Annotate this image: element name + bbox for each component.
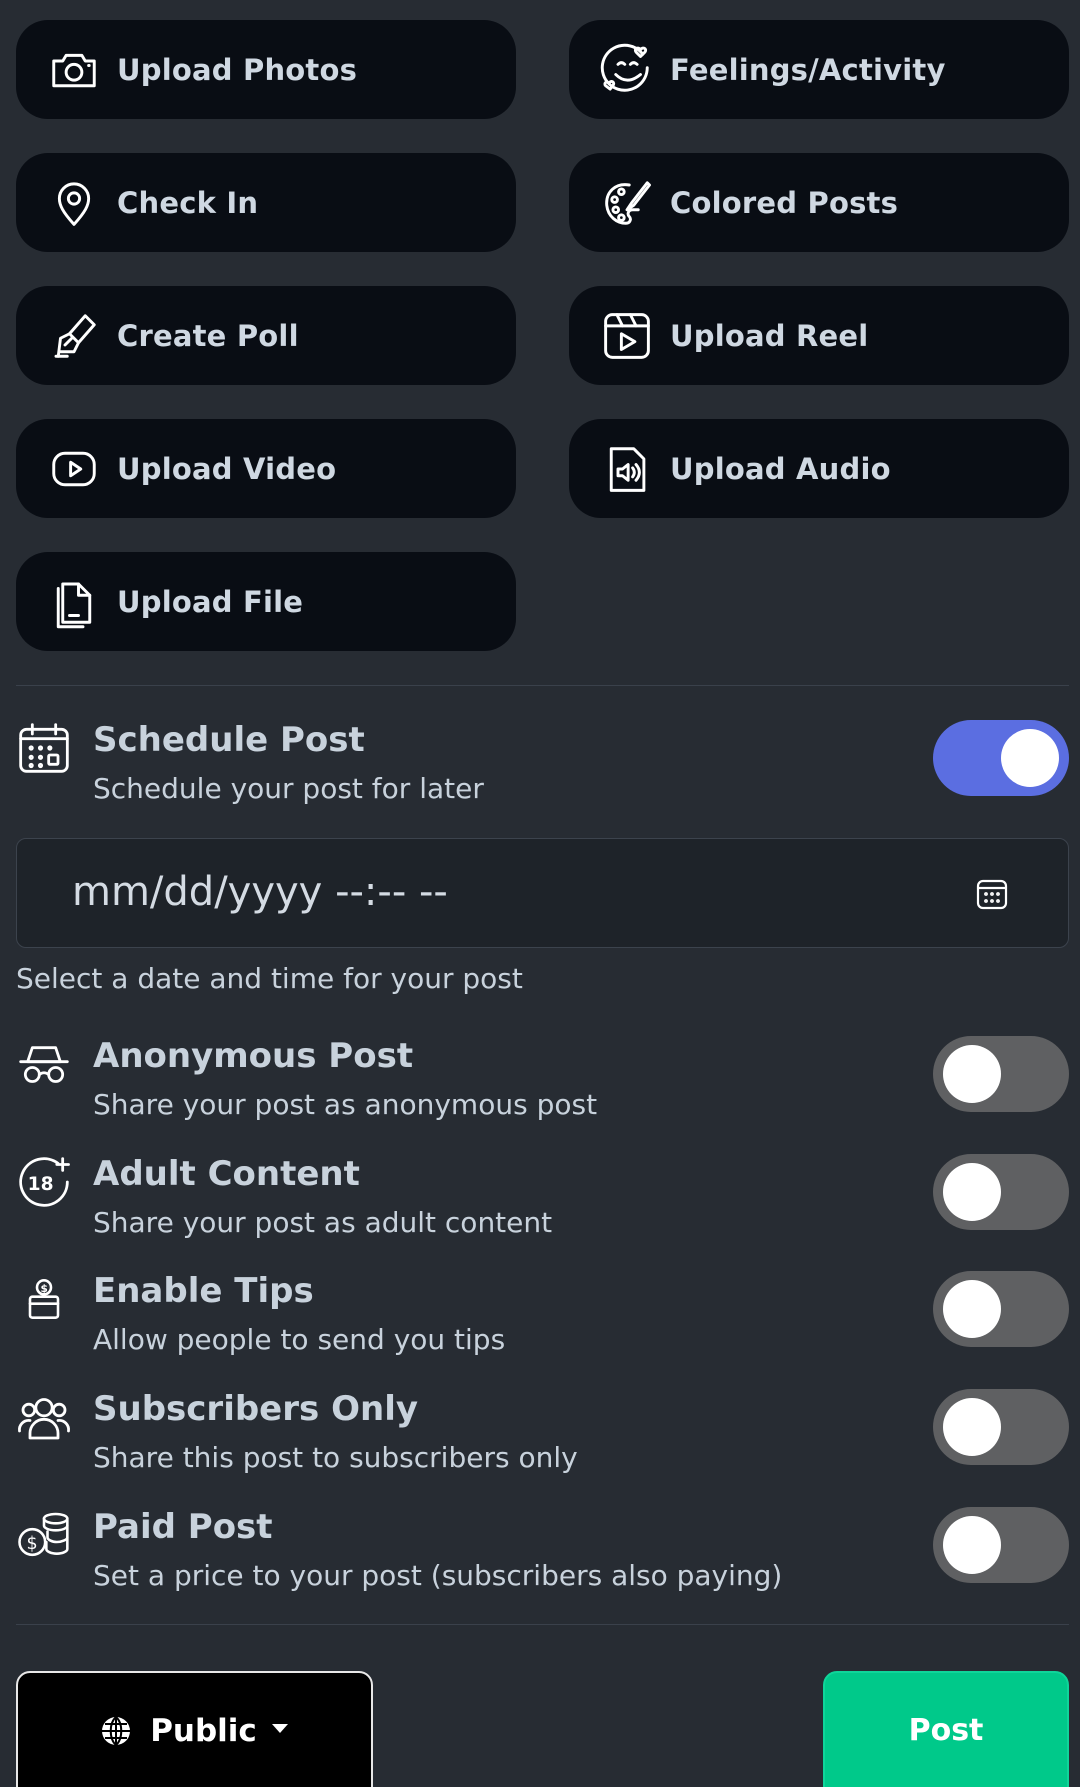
colored-posts-label: Colored Posts [670, 185, 899, 220]
coins-icon: $ [16, 1507, 72, 1563]
feelings-activity-button[interactable]: Feelings/Activity [569, 20, 1069, 119]
schedule-post-title: Schedule Post [93, 720, 365, 760]
subscribers-only-title: Subscribers Only [93, 1389, 419, 1429]
datetime-value: mm/dd/yyyy --:-- -- [72, 869, 448, 915]
upload-audio-label: Upload Audio [670, 451, 891, 486]
paid-post-title: Paid Post [93, 1507, 273, 1547]
colored-posts-button[interactable]: Colored Posts [569, 153, 1069, 252]
anonymous-post-description: Share your post as anonymous post [93, 1088, 598, 1121]
privacy-dropdown-button[interactable]: Public [16, 1671, 373, 1787]
upload-reel-label: Upload Reel [670, 318, 869, 353]
calendar-icon [16, 720, 72, 776]
schedule-post-row: Schedule Post Schedule your post for lat… [16, 720, 1069, 820]
upload-video-label: Upload Video [117, 451, 337, 486]
svg-text:$: $ [27, 1534, 38, 1554]
create-poll-button[interactable]: Create Poll [16, 286, 516, 385]
upload-file-label: Upload File [117, 584, 304, 619]
camera-icon [46, 42, 102, 98]
smiley-icon [599, 42, 655, 98]
create-poll-label: Create Poll [117, 318, 299, 353]
audio-file-icon [599, 441, 655, 497]
toggle-knob [943, 1398, 1001, 1456]
palette-icon [599, 175, 655, 231]
footer-divider [16, 1624, 1069, 1625]
upload-reel-button[interactable]: Upload Reel [569, 286, 1069, 385]
adult-content-title: Adult Content [93, 1154, 360, 1194]
incognito-icon [16, 1036, 72, 1092]
schedule-post-description: Schedule your post for later [93, 772, 484, 805]
section-divider [16, 685, 1069, 686]
users-group-icon [16, 1389, 72, 1445]
check-in-label: Check In [117, 185, 259, 220]
feelings-activity-label: Feelings/Activity [670, 52, 946, 87]
upload-video-button[interactable]: Upload Video [16, 419, 516, 518]
privacy-label: Public [150, 1713, 257, 1749]
map-pin-icon [46, 175, 102, 231]
file-icon [46, 574, 102, 630]
svg-text:18: 18 [28, 1174, 54, 1195]
post-actions-grid: Upload Photos Feelings/Activity Check In [16, 20, 1069, 651]
adult-content-description: Share your post as adult content [93, 1206, 553, 1239]
globe-icon [102, 1716, 131, 1746]
toggle-knob [1001, 729, 1059, 787]
post-button[interactable]: Post [823, 1671, 1069, 1787]
subscribers-only-description: Share this post to subscribers only [93, 1441, 578, 1474]
upload-file-button[interactable]: Upload File [16, 552, 516, 651]
chevron-down-icon [271, 1724, 288, 1733]
reel-icon [599, 308, 655, 364]
anonymous-post-row: Anonymous Post Share your post as anonym… [16, 1036, 1069, 1136]
enable-tips-title: Enable Tips [93, 1271, 314, 1311]
upload-photos-button[interactable]: Upload Photos [16, 20, 516, 119]
enable-tips-description: Allow people to send you tips [93, 1323, 506, 1356]
subscribers-only-row: Subscribers Only Share this post to subs… [16, 1389, 1069, 1489]
upload-photos-label: Upload Photos [117, 52, 358, 87]
calendar-picker-icon[interactable] [974, 876, 1010, 912]
adult-content-toggle[interactable] [933, 1154, 1069, 1230]
anonymous-post-title: Anonymous Post [93, 1036, 414, 1076]
enable-tips-toggle[interactable] [933, 1271, 1069, 1347]
toggle-knob [943, 1163, 1001, 1221]
schedule-datetime-input[interactable]: mm/dd/yyyy --:-- -- [16, 838, 1069, 948]
tip-jar-icon: $ [16, 1271, 72, 1327]
check-in-button[interactable]: Check In [16, 153, 516, 252]
enable-tips-row: $ Enable Tips Allow people to send you t… [16, 1271, 1069, 1371]
paid-post-toggle[interactable] [933, 1507, 1069, 1583]
post-button-label: Post [908, 1713, 984, 1748]
age-18-plus-icon: 18 [16, 1154, 72, 1210]
toggle-knob [943, 1045, 1001, 1103]
toggle-knob [943, 1280, 1001, 1338]
anonymous-post-toggle[interactable] [933, 1036, 1069, 1112]
adult-content-row: 18 Adult Content Share your post as adul… [16, 1154, 1069, 1254]
toggle-knob [943, 1516, 1001, 1574]
subscribers-only-toggle[interactable] [933, 1389, 1069, 1465]
video-play-icon [46, 441, 102, 497]
svg-text:$: $ [41, 1283, 48, 1295]
paid-post-row: $ Paid Post Set a price to your post (su… [16, 1507, 1069, 1607]
schedule-post-toggle[interactable] [933, 720, 1069, 796]
poll-icon [46, 308, 102, 364]
datetime-hint: Select a date and time for your post [16, 962, 523, 995]
upload-audio-button[interactable]: Upload Audio [569, 419, 1069, 518]
paid-post-description: Set a price to your post (subscribers al… [93, 1559, 783, 1592]
